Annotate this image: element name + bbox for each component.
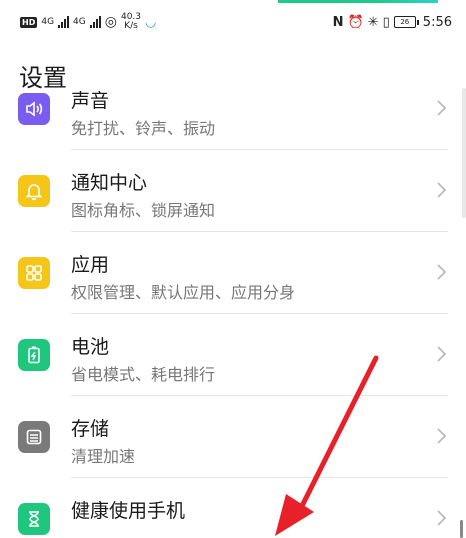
sync-icon: ◡ xyxy=(145,14,157,30)
settings-item-apps[interactable]: 应用 权限管理、默认应用、应用分身 xyxy=(0,232,466,314)
settings-item-notifications[interactable]: 通知中心 图标角标、锁屏通知 xyxy=(0,150,466,232)
item-subtitle: 清理加速 xyxy=(71,447,136,466)
vibrate-icon: ▯ xyxy=(382,14,390,30)
item-title: 通知中心 xyxy=(71,172,148,194)
hourglass-icon xyxy=(18,503,50,535)
net-speed: 40.3 K/s xyxy=(120,12,142,31)
item-subtitle: 免打扰、铃声、振动 xyxy=(71,119,216,138)
storage-icon xyxy=(18,421,50,453)
settings-item-storage[interactable]: 存储 清理加速 xyxy=(0,396,466,478)
hd-icon: HD xyxy=(20,16,38,28)
bell-icon xyxy=(18,175,50,207)
status-bar: HD 4G 4G ◎ 40.3 K/s ◡ N ⏰ ✳ ▯ 26 5:56 xyxy=(0,0,466,44)
status-left: HD 4G 4G ◎ 40.3 K/s ◡ xyxy=(20,13,156,31)
item-subtitle: 图标角标、锁屏通知 xyxy=(71,201,216,220)
item-title: 健康使用手机 xyxy=(71,500,186,522)
item-title: 存储 xyxy=(71,418,110,440)
apps-grid-icon xyxy=(18,257,50,289)
alarm-icon: ⏰ xyxy=(347,14,364,30)
wifi-icon: ◎ xyxy=(104,14,117,30)
status-right: N ⏰ ✳ ▯ 26 5:56 xyxy=(333,15,452,30)
chevron-right-icon xyxy=(437,428,447,444)
signal1-icon xyxy=(58,16,70,28)
chevron-right-icon xyxy=(437,264,447,280)
net2-label: 4G xyxy=(73,16,86,27)
settings-item-battery[interactable]: 电池 省电模式、耗电排行 xyxy=(0,314,466,396)
nfc-icon: N xyxy=(332,14,344,30)
net1-label: 4G xyxy=(41,16,55,27)
sound-icon xyxy=(18,93,50,125)
chevron-right-icon xyxy=(437,346,447,362)
clock-time: 5:56 xyxy=(422,14,452,30)
battery-icon xyxy=(18,339,50,371)
chevron-right-icon xyxy=(437,510,447,526)
settings-item-sound[interactable]: 声音 免打扰、铃声、振动 xyxy=(0,88,466,150)
settings-item-digital-balance[interactable]: 健康使用手机 xyxy=(0,478,466,536)
item-title: 电池 xyxy=(71,336,110,358)
chevron-right-icon xyxy=(437,100,447,116)
item-subtitle: 省电模式、耗电排行 xyxy=(71,365,216,384)
chevron-right-icon xyxy=(437,182,447,198)
item-title: 应用 xyxy=(71,254,110,276)
settings-list: 声音 免打扰、铃声、振动 通知中心 图标角标、锁屏通知 应用 权限管理、默认应用… xyxy=(0,88,466,536)
battery-icon: 26 xyxy=(393,16,419,28)
item-subtitle: 权限管理、默认应用、应用分身 xyxy=(71,283,296,302)
item-title: 声音 xyxy=(71,90,110,112)
scrollbar-thumb[interactable] xyxy=(460,520,463,538)
bluetooth-icon: ✳ xyxy=(367,14,379,30)
signal2-icon xyxy=(89,16,101,28)
